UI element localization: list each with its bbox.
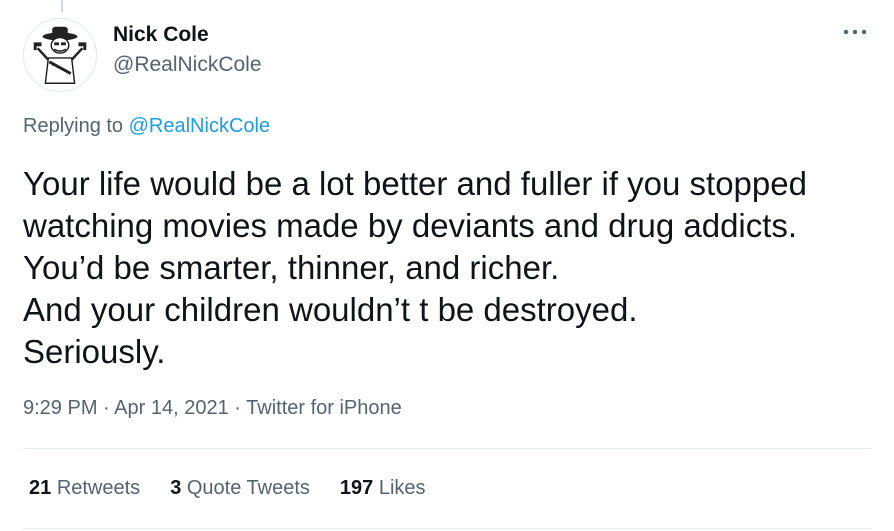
divider (23, 448, 872, 449)
likes-count: 197 (339, 477, 374, 499)
tweet-text-line: You’d be smarter, thinner, and richer. (23, 249, 560, 286)
tweet-text-line: watching movies made by deviants and dru… (23, 207, 798, 244)
reply-mention-link[interactable]: @RealNickCole (129, 115, 270, 137)
quote-tweets-count: 3 (170, 477, 182, 499)
tweet-text-line: Seriously. (23, 333, 166, 370)
retweets-stat[interactable]: 21 Retweets (29, 477, 140, 500)
likes-stat[interactable]: 197 Likes (340, 477, 426, 500)
quote-tweets-label: Quote Tweets (186, 477, 310, 499)
divider (23, 528, 872, 529)
tweet-source: Twitter for iPhone (246, 397, 402, 419)
retweets-count: 21 (29, 477, 52, 499)
replying-to-label: Replying to (23, 115, 124, 137)
author-display-name[interactable]: Nick Cole (113, 23, 209, 47)
tweet-text: Your life would be a lot better and full… (23, 163, 883, 373)
more-options-button[interactable] (838, 20, 872, 44)
likes-label: Likes (378, 477, 426, 499)
replying-to: Replying to @RealNickCole (23, 115, 270, 138)
tweet-text-line: And your children wouldn’t t be destroye… (23, 291, 638, 328)
tweet-date-link[interactable]: Apr 14, 2021 (114, 397, 229, 419)
cartoon-gunslinger-avatar-icon (33, 26, 87, 84)
retweets-label: Retweets (56, 477, 141, 499)
meta-separator: · (234, 397, 241, 419)
avatar[interactable] (23, 18, 97, 92)
quote-tweets-stat[interactable]: 3 Quote Tweets (170, 477, 310, 500)
tweet-metadata: 9:29 PM · Apr 14, 2021 · Twitter for iPh… (23, 397, 402, 420)
tweet-stats: 21 Retweets 3 Quote Tweets 197 Likes (29, 477, 426, 500)
thread-connector-line (61, 0, 63, 12)
tweet-time-link[interactable]: 9:29 PM (23, 397, 97, 419)
more-horizontal-icon (843, 29, 867, 35)
meta-separator: · (103, 397, 110, 419)
tweet-text-line: Your life would be a lot better and full… (23, 165, 807, 202)
author-handle[interactable]: @RealNickCole (113, 53, 262, 77)
